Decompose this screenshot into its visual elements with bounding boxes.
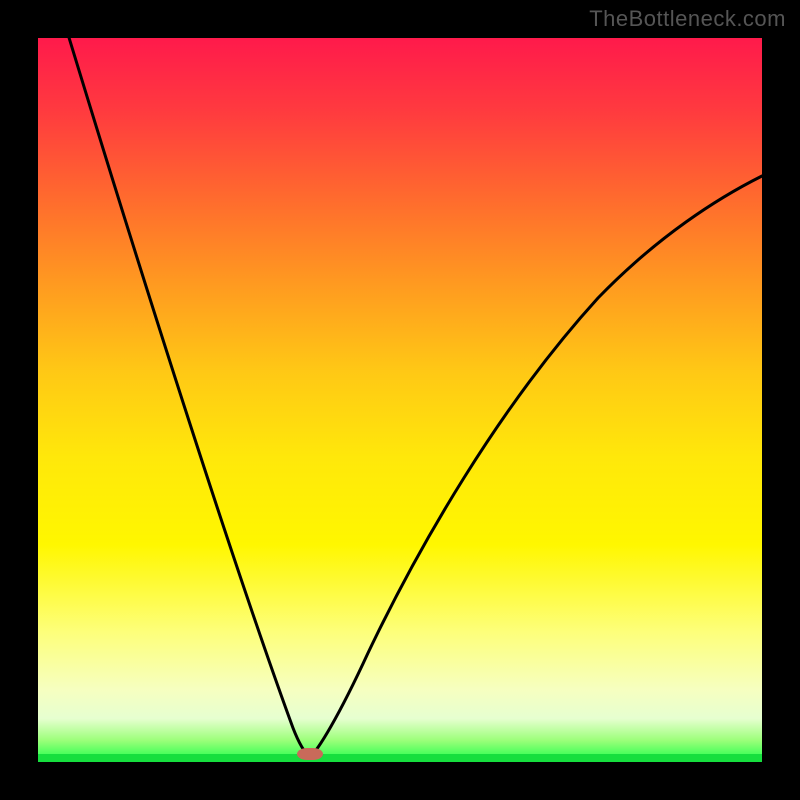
curve-layer: [38, 38, 762, 762]
curve-right-branch: [310, 176, 762, 757]
curve-left-branch: [60, 8, 310, 757]
watermark-text: TheBottleneck.com: [589, 6, 786, 32]
chart-frame: TheBottleneck.com: [0, 0, 800, 800]
minimum-marker: [297, 748, 323, 760]
plot-area: [38, 38, 762, 762]
